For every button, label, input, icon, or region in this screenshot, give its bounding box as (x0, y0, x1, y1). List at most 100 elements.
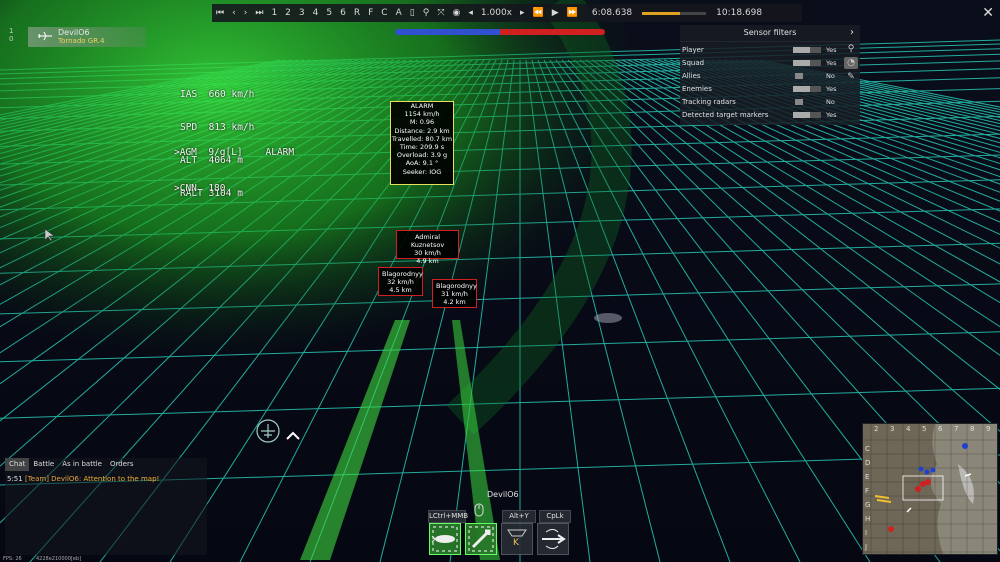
target-marker[interactable]: Blagorodnyy 32 km/h 4.5 km (378, 267, 423, 296)
camera-c-button[interactable]: C (377, 4, 391, 22)
weapon-slot-bomb[interactable] (429, 523, 461, 555)
missile-line: Distance: 2.9 km (394, 126, 450, 135)
filter-slider[interactable] (795, 73, 803, 79)
camera-r-button[interactable]: R (350, 4, 364, 22)
keybind-lctrl-mmb: LCtrl+MMB (428, 510, 468, 523)
filter-slider[interactable] (793, 60, 821, 66)
zoom-icon[interactable]: ⤧ (433, 4, 448, 22)
minimap-col: 3 (890, 425, 895, 433)
target-distance: 4.9 km (416, 257, 439, 265)
missile-line: Time: 209.9 s (399, 143, 445, 152)
filter-label: Detected target markers (682, 111, 769, 119)
missile-line: M: 0.96 (409, 118, 435, 127)
sensor-filters-panel: Sensor filters › Player Yes Squad Yes Al… (680, 25, 860, 125)
filter-row-tracking-radars[interactable]: Tracking radars No (682, 96, 842, 108)
minimap-col: 5 (922, 425, 927, 433)
next-button[interactable]: › (240, 4, 252, 22)
step-back-button[interactable]: ⏪ (529, 4, 548, 22)
mouse-cursor-icon (44, 228, 55, 242)
player-label: DevilO6 (487, 490, 519, 499)
tab-chat[interactable]: Chat (5, 458, 30, 471)
close-icon[interactable]: ✕ (982, 5, 994, 21)
minimap-row: C (865, 445, 870, 453)
sensor-filters-header[interactable]: Sensor filters › (680, 25, 860, 42)
missile-info-box: ALARM 1154 km/h M: 0.96 Distance: 2.9 km… (390, 101, 454, 185)
target-marker[interactable]: Admiral Kuznetsov 30 km/h 4.9 km (396, 230, 459, 265)
faster-button[interactable]: ▸ (516, 4, 529, 22)
mouse-icon (473, 502, 485, 517)
filter-row-squad[interactable]: Squad Yes (682, 57, 842, 69)
filter-row-allies[interactable]: Allies No (682, 70, 842, 82)
marker-icon[interactable]: ⚲ (419, 4, 434, 22)
camera-f-button[interactable]: F (364, 4, 377, 22)
minimap-col: 6 (938, 425, 943, 433)
filter-row-player[interactable]: Player Yes (682, 44, 842, 56)
filter-value: Yes (826, 85, 837, 93)
camera-2-button[interactable]: 2 (281, 4, 295, 22)
filter-row-enemies[interactable]: Enemies Yes (682, 83, 842, 95)
missile-line: AoA: 9.1 ° (405, 159, 439, 168)
minimap-row: H (865, 515, 871, 523)
minimap-col: 4 (906, 425, 911, 433)
filter-slider[interactable] (795, 99, 803, 105)
minimap-terrain (863, 424, 997, 554)
filter-slider[interactable] (793, 47, 821, 53)
missile-line: Overload: 3.9 g (396, 151, 448, 160)
jump-end-button[interactable]: ⏭ (251, 4, 267, 22)
missile-line: 1154 km/h (404, 110, 440, 119)
minimap-col: 7 (954, 425, 959, 433)
weapon-slot-agm[interactable] (465, 523, 497, 555)
filter-value: Yes (826, 111, 837, 119)
current-time: 6:08.638 (591, 8, 633, 18)
camera-5-button[interactable]: 5 (322, 4, 336, 22)
chat-text: Attention to the map! (83, 475, 160, 483)
step-forward-button[interactable]: ⏩ (563, 4, 582, 22)
camera-4-button[interactable]: 4 (309, 4, 323, 22)
hud-toggle-icon[interactable]: ▯ (406, 4, 419, 22)
tab-battle[interactable]: Battle (29, 458, 58, 471)
player-name: DevilO6 (58, 28, 90, 37)
filter-value: No (826, 98, 835, 106)
prev-button[interactable]: ‹ (228, 4, 240, 22)
camera-3-button[interactable]: 3 (295, 4, 309, 22)
camera-a-button[interactable]: A (392, 4, 406, 22)
camera-6-button[interactable]: 6 (336, 4, 350, 22)
weapon-slot-countermeasures[interactable] (537, 523, 569, 555)
chat-message: 5:51 [Team] DevilO6: Attention to the ma… (5, 475, 207, 484)
timeline-bar[interactable] (642, 11, 707, 15)
weapon-slot-k[interactable]: K (501, 523, 533, 555)
target-marker[interactable]: Blagorodnyy 31 km/h 4.2 km (432, 279, 477, 308)
minimap-row: D (865, 459, 871, 467)
missile-line: Seeker: IOG (402, 167, 442, 176)
tab-as-in-battle[interactable]: As in battle (58, 458, 106, 471)
jump-start-button[interactable]: ⏮ (212, 4, 228, 22)
filter-slider[interactable] (793, 112, 821, 118)
minimap-col: 8 (970, 425, 975, 433)
chat-team: [Team] (24, 475, 49, 483)
chevron-right-icon[interactable]: › (850, 25, 854, 41)
timeline-fill (642, 11, 680, 15)
hud-cnn: >CNN 180 (174, 183, 226, 194)
team-red-bar (500, 29, 605, 35)
pin-icon[interactable]: ⚲ (844, 43, 858, 55)
camera-1-button[interactable]: 1 (267, 4, 281, 22)
chat-panel: Chat Battle As in battle Orders 5:51 [Te… (5, 458, 207, 555)
left-status-icons: 1 0 (9, 27, 13, 43)
pen-icon[interactable]: ✎ (844, 71, 858, 83)
missile-name: ALARM (410, 102, 434, 110)
slower-button[interactable]: ◂ (464, 4, 477, 22)
camera-icon[interactable]: ◉ (449, 4, 465, 22)
keybind-alt-y: Alt+Y (502, 510, 536, 523)
play-button[interactable]: ▶ (548, 4, 563, 22)
bomb-icon (431, 526, 458, 552)
filter-row-target-markers[interactable]: Detected target markers Yes (682, 109, 842, 121)
minimap-row: I (865, 529, 868, 537)
fps-counter: FPS: 26 (3, 556, 22, 562)
filter-slider[interactable] (793, 86, 821, 92)
tab-orders[interactable]: Orders (106, 458, 138, 471)
aircraft-marker-icon (256, 419, 300, 443)
minimap[interactable]: 2 3 4 5 6 7 8 9 C D E F G H I J (862, 423, 998, 555)
radar-icon[interactable]: ◔ (844, 57, 858, 69)
player-card[interactable]: DevilO6 Tornado GR.4 (28, 27, 146, 47)
team-score-bar (395, 29, 605, 35)
